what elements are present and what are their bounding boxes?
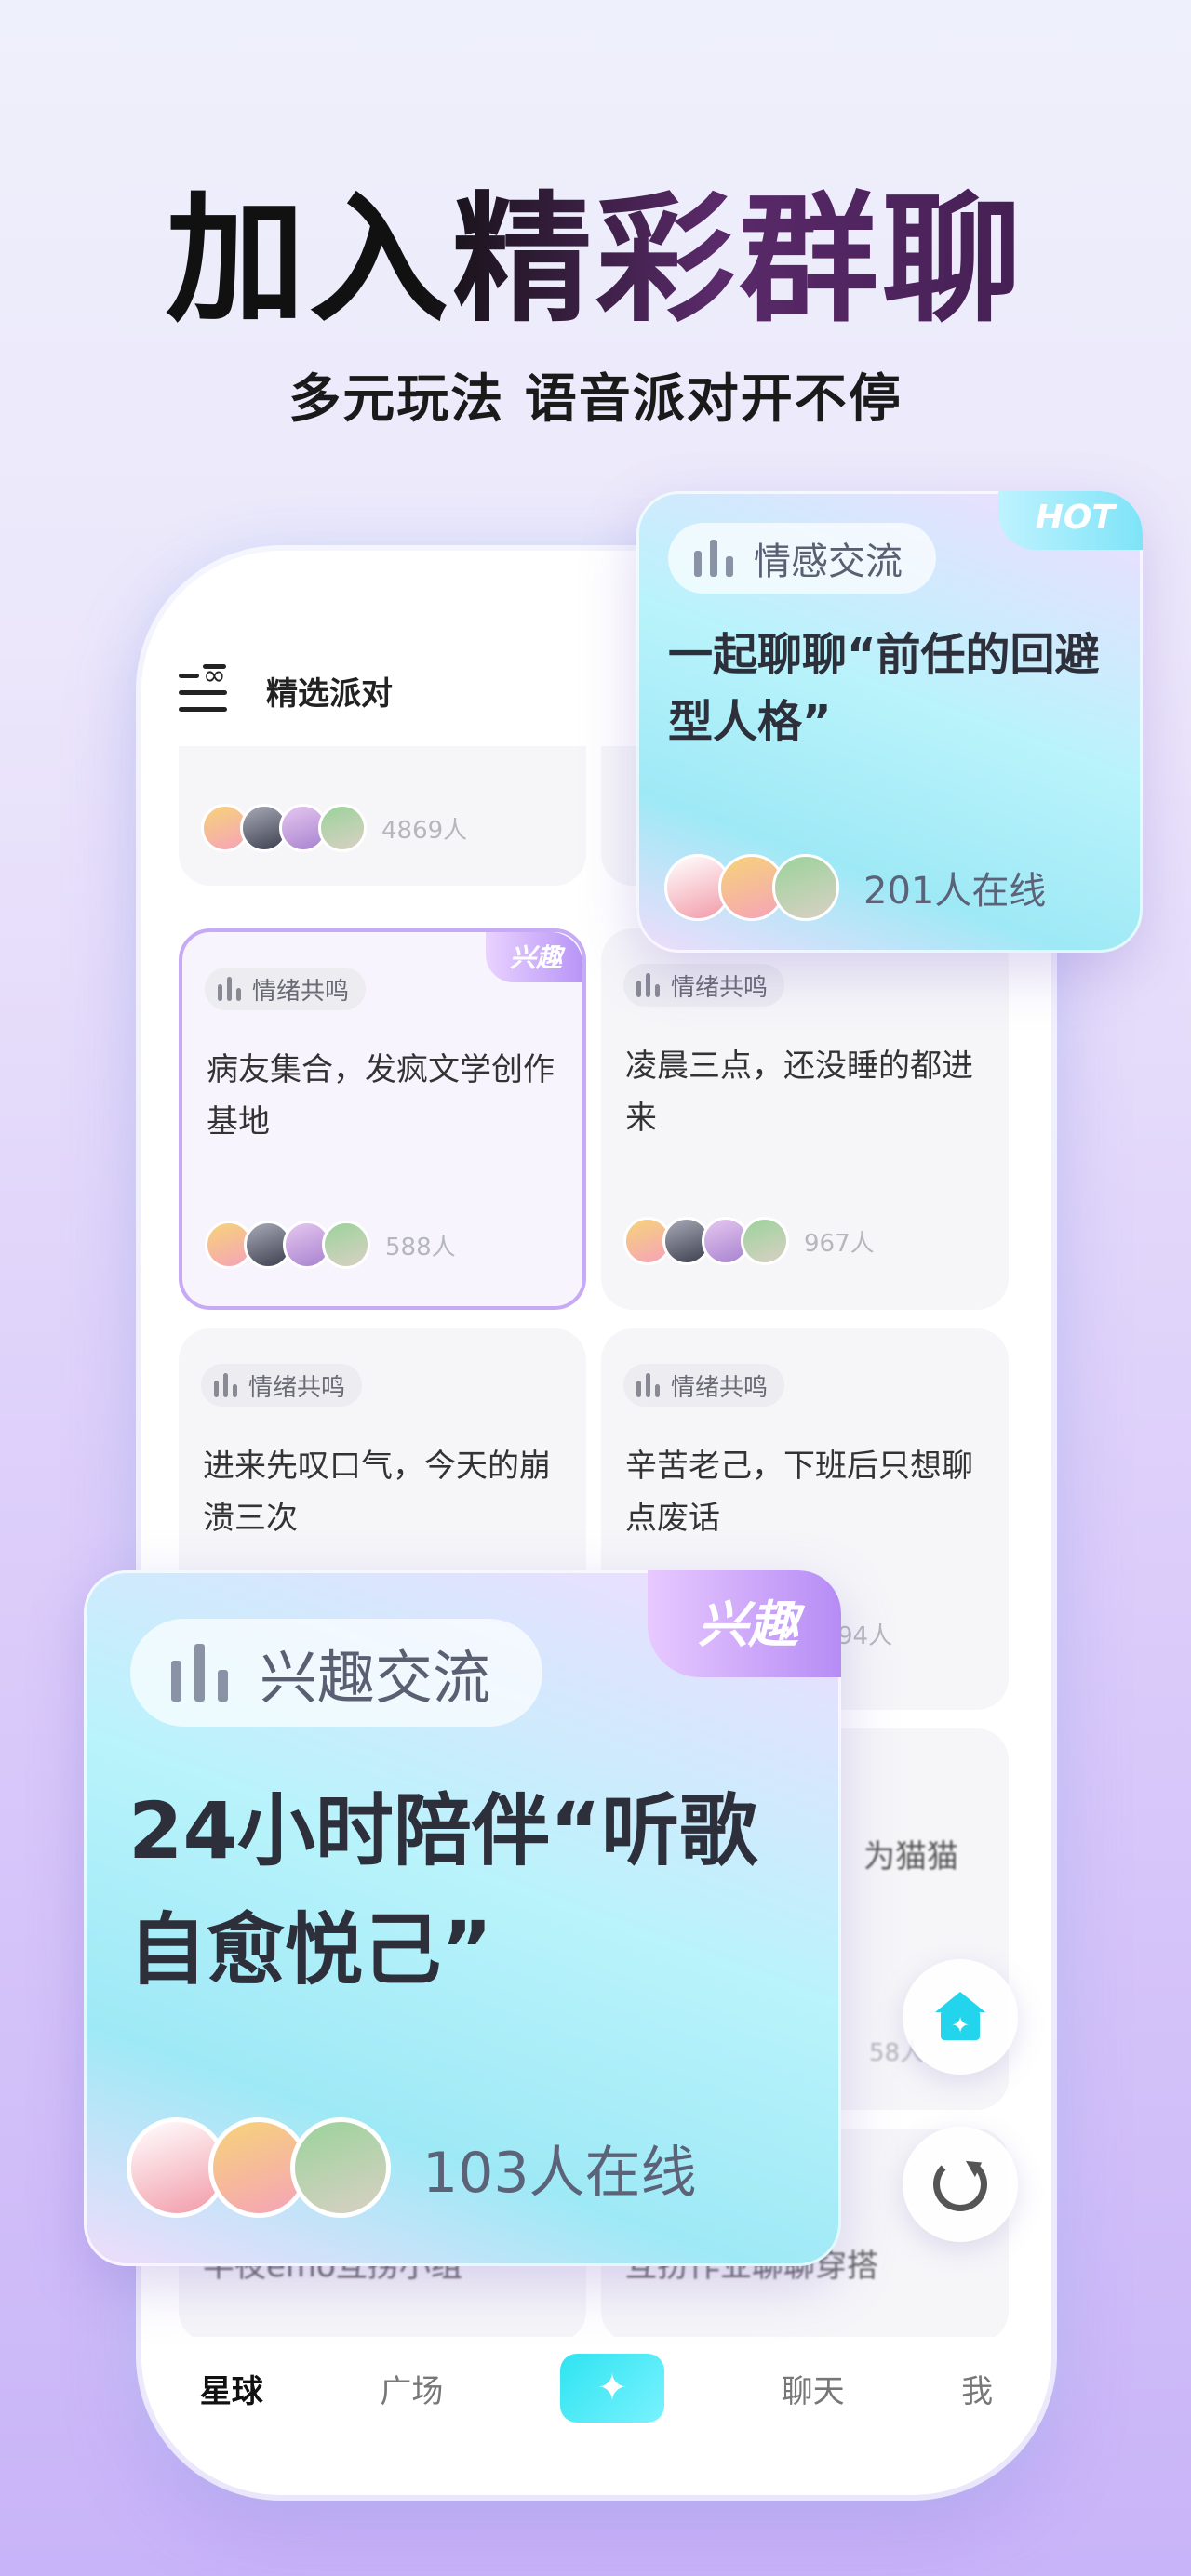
nav-tab-square[interactable]: 广场	[380, 2366, 443, 2411]
featured-party-card-hot[interactable]: HOT 情感交流 一起聊聊“前任的回避型人格” 201人在线	[636, 491, 1143, 953]
page-title: 精选派对	[266, 674, 393, 713]
online-count: 201人在线	[863, 870, 1047, 913]
party-card[interactable]: 4869人	[179, 746, 586, 886]
interest-badge: 兴趣	[485, 932, 582, 982]
member-avatars: 967人	[623, 1217, 875, 1265]
member-count: 967人	[804, 1229, 875, 1258]
member-avatars: 588人	[205, 1221, 456, 1269]
party-title: 为猫猫	[863, 1838, 958, 1875]
member-avatars: 4869人	[201, 804, 467, 852]
party-title: 进来先叹口气，今天的崩溃三次	[203, 1448, 551, 1537]
sparkle-icon[interactable]: ✦	[559, 2354, 664, 2423]
avatar	[741, 1217, 789, 1265]
home-sparkle-icon: ✦	[935, 1992, 985, 2042]
category-tag: 情绪共鸣	[623, 1364, 785, 1407]
audio-bars-icon	[636, 1373, 660, 1397]
audio-bars-icon	[171, 1644, 228, 1702]
party-title: 凌晨三点，还没睡的都进来	[625, 1048, 973, 1137]
party-title: 24小时陪伴“听歌自愈悦己”	[128, 1785, 758, 1995]
refresh-icon	[933, 2157, 987, 2211]
category-tag: 情绪共鸣	[623, 964, 785, 1007]
category-tag: 情感交流	[668, 523, 936, 594]
member-count: 94人	[837, 1622, 893, 1650]
category-tag: 情绪共鸣	[201, 1364, 363, 1407]
category-tag-label: 兴趣交流	[260, 1644, 491, 1712]
hot-badge: HOT	[997, 491, 1143, 550]
member-avatars: 103人在线	[127, 2117, 697, 2218]
audio-bars-icon	[636, 973, 660, 997]
avatar	[322, 1221, 370, 1269]
home-sparkle-button[interactable]: ✦	[903, 1959, 1018, 2075]
category-tag-label: 情绪共鸣	[671, 973, 769, 1002]
nav-tab-me[interactable]: 我	[961, 2366, 993, 2411]
member-count: 588人	[385, 1233, 456, 1261]
hero-title: 加入精彩群聊	[0, 177, 1191, 344]
page-header: ∞ 精选派对	[179, 653, 393, 727]
avatar	[772, 854, 839, 921]
category-tag-label: 情绪共鸣	[252, 977, 350, 1006]
category-tag: 兴趣交流	[130, 1619, 543, 1727]
audio-bars-icon	[694, 540, 733, 577]
category-tag-label: 情感交流	[754, 541, 903, 583]
category-tag-label: 情绪共鸣	[248, 1373, 346, 1402]
category-tag: 情绪共鸣	[205, 968, 367, 1010]
hero: 加入精彩群聊 多元玩法 语音派对开不停	[0, 177, 1191, 433]
interest-badge: 兴趣	[648, 1570, 841, 1677]
party-title: 辛苦老己，下班后只想聊点废话	[625, 1448, 973, 1537]
category-tag-label: 情绪共鸣	[671, 1373, 769, 1402]
party-title: 病友集合，发疯文学创作基地	[207, 1051, 555, 1141]
audio-bars-icon	[214, 1373, 237, 1397]
nav-tab-chat[interactable]: 聊天	[782, 2366, 845, 2411]
avatar	[290, 2117, 391, 2218]
audio-bars-icon	[218, 977, 241, 1001]
avatar	[318, 804, 367, 852]
party-title: 一起聊聊“前任的回避型人格”	[668, 629, 1100, 748]
menu-icon[interactable]: ∞	[179, 662, 231, 716]
hero-subtitle: 多元玩法 语音派对开不停	[288, 369, 903, 430]
member-count: 4869人	[381, 816, 468, 845]
nav-tab-planet[interactable]: 星球	[200, 2366, 263, 2411]
member-avatars: 201人在线	[664, 854, 1046, 921]
featured-party-card-interest[interactable]: 兴趣 兴趣交流 24小时陪伴“听歌自愈悦己” 103人在线	[84, 1570, 841, 2266]
party-card[interactable]: 情绪共鸣 凌晨三点，还没睡的都进来 967人	[601, 928, 1009, 1310]
party-card[interactable]: 兴趣 情绪共鸣 病友集合，发疯文学创作基地 588人	[179, 928, 586, 1310]
bottom-nav: 星球 广场 ✦ 聊天 我	[141, 2337, 1051, 2439]
online-count: 103人在线	[422, 2140, 697, 2206]
refresh-button[interactable]	[903, 2127, 1018, 2242]
